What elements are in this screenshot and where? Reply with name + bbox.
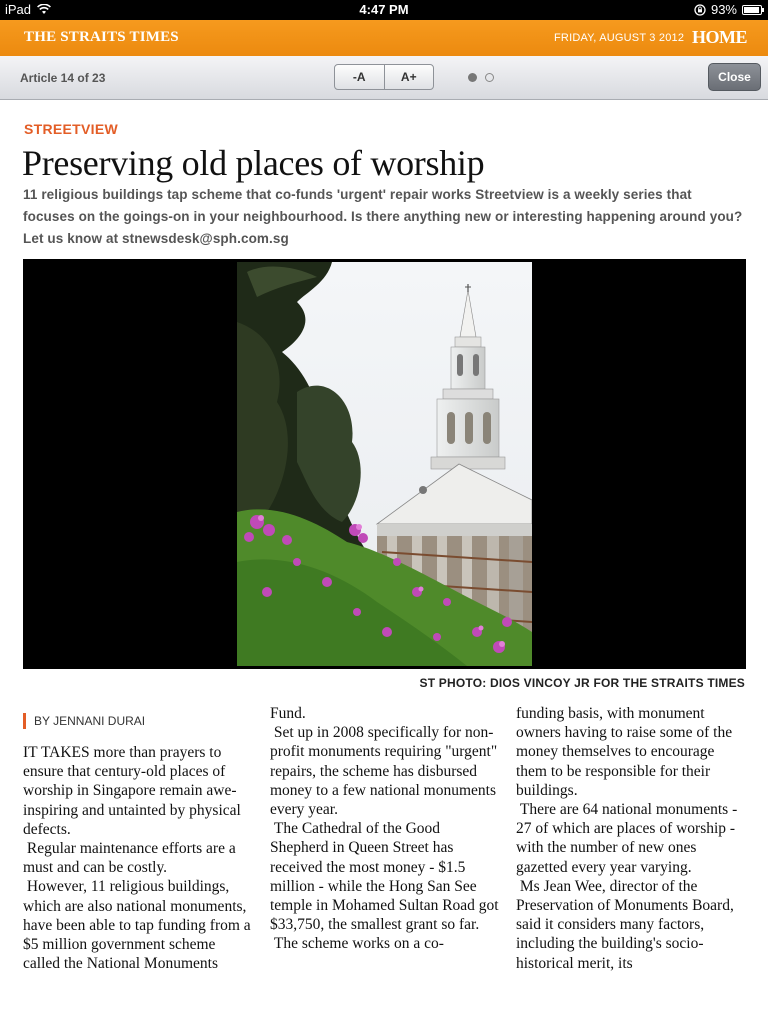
body-column-2: Fund. Set up in 2008 specifically for no… <box>270 704 502 954</box>
paragraph: Ms Jean Wee, director of the Preservatio… <box>516 877 734 972</box>
home-link[interactable]: HOME <box>692 27 748 48</box>
article-counter: Article 14 of 23 <box>20 71 106 85</box>
church-photo <box>237 262 532 666</box>
article-toolbar: Article 14 of 23 -A A+ <box>0 56 768 100</box>
article-photo[interactable] <box>23 259 746 669</box>
paragraph: Set up in 2008 specifically for non-prof… <box>270 724 498 819</box>
paragraph: The Cathedral of the Good Shepherd in Qu… <box>270 820 499 934</box>
standfirst: 11 religious buildings tap scheme that c… <box>23 187 743 246</box>
photo-caption: ST PHOTO: DIOS VINCOY JR FOR THE STRAITS… <box>419 676 745 690</box>
paragraph: However, 11 religious buildings, which a… <box>23 878 251 973</box>
increase-font-button[interactable]: A+ <box>383 65 434 89</box>
body-column-1: IT TAKES more than prayers to ensure tha… <box>23 743 253 973</box>
masthead: THE STRAITS TIMES FRIDAY, AUGUST 3 2012 … <box>0 20 768 56</box>
paragraph: funding basis, with monument owners havi… <box>516 705 733 799</box>
close-button[interactable]: Close <box>708 63 761 91</box>
battery-icon <box>742 4 764 15</box>
brand-logo: THE STRAITS TIMES <box>24 29 179 45</box>
page-indicator[interactable] <box>468 73 494 82</box>
page-dot-active[interactable] <box>468 73 477 82</box>
paragraph: The scheme works on a co- <box>270 935 444 953</box>
status-right: 93% <box>694 2 764 17</box>
byline: BY JENNANI DURAI <box>23 713 145 729</box>
section-label: STREETVIEW <box>24 121 119 137</box>
paragraph: Fund. <box>270 705 306 722</box>
rotation-lock-icon <box>694 3 706 16</box>
headline: Preserving old places of worship <box>22 143 485 183</box>
decrease-font-button[interactable]: -A <box>335 65 384 89</box>
status-bar: iPad 4:47 PM 93% <box>0 0 768 20</box>
paragraph: Regular maintenance efforts are a must a… <box>23 840 236 877</box>
page-dot-inactive[interactable] <box>485 73 494 82</box>
clock: 4:47 PM <box>359 2 409 17</box>
masthead-date: FRIDAY, AUGUST 3 2012 <box>554 32 685 44</box>
paragraph: IT TAKES more than prayers to ensure tha… <box>23 744 241 838</box>
battery-percent: 93% <box>710 2 737 17</box>
body-column-3: funding basis, with monument owners havi… <box>516 704 748 973</box>
paragraph: There are 64 national monuments - 27 of … <box>516 801 738 876</box>
font-size-control: -A A+ <box>334 64 434 90</box>
